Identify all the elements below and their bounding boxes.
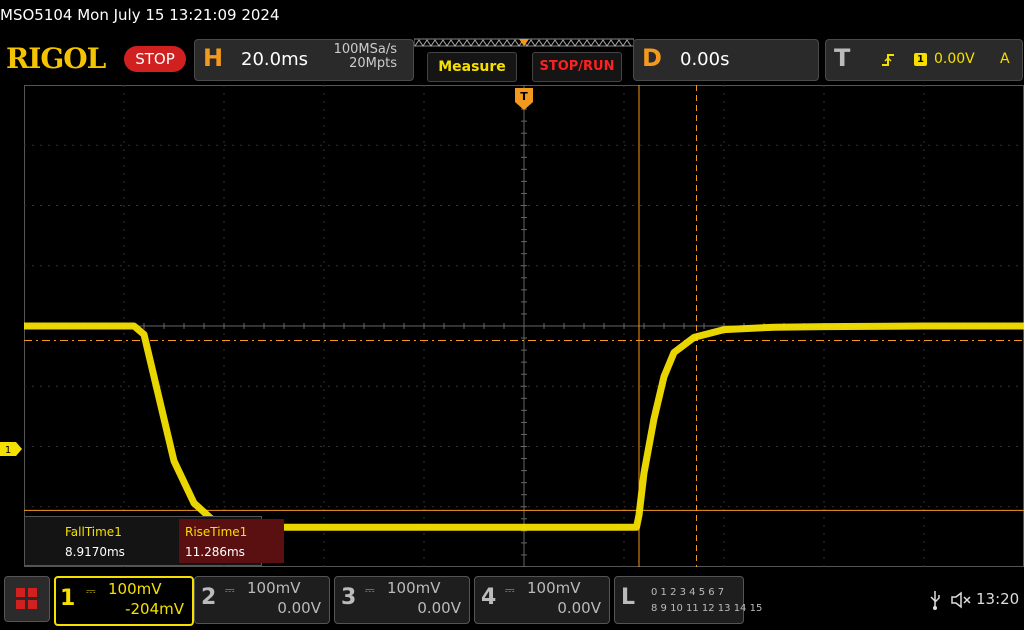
measurement-name: FallTime1 — [65, 525, 122, 539]
menu-button[interactable] — [4, 576, 50, 622]
channel-2-box[interactable]: 2 ⎓ 100mV 0.00V — [194, 576, 330, 624]
dc-coupling-icon: ⎓ — [365, 583, 375, 597]
logic-letter: L — [621, 585, 636, 610]
timebase-value: 20.0ms — [241, 49, 308, 70]
memory-ruler — [414, 38, 634, 47]
channel-offset: 0.00V — [557, 599, 601, 617]
channel-offset: 0.00V — [417, 599, 461, 617]
rising-edge-icon — [882, 54, 894, 66]
trigger-position-marker[interactable]: T — [515, 88, 533, 110]
top-bar: RIGOL STOP H 20.0ms 100MSa/s 20Mpts Meas… — [0, 34, 1024, 84]
delay-letter: D — [642, 44, 662, 72]
logic-row: 8 9 10 11 12 13 14 15 — [651, 603, 763, 614]
channel-offset: 0.00V — [277, 599, 321, 617]
channel-4-box[interactable]: 4 ⎓ 100mV 0.00V — [474, 576, 610, 624]
waveform-plot — [24, 85, 1024, 567]
stop-run-button[interactable]: STOP/RUN — [532, 52, 622, 82]
dc-coupling-icon: ⎓ — [86, 584, 96, 598]
trigger-source: 1 — [914, 53, 927, 66]
channel-number: 2 — [201, 585, 217, 610]
measure-button[interactable]: Measure — [427, 52, 517, 82]
trigger-panel[interactable]: T 1 0.00V A — [825, 39, 1023, 81]
rigol-logo: RIGOL — [6, 42, 106, 75]
trigger-marker-label: T — [520, 90, 528, 103]
channel-offset: -204mV — [125, 600, 184, 618]
trigger-mode: A — [1000, 51, 1010, 67]
channel-scale: 100mV — [387, 579, 441, 597]
grid-menu-icon — [16, 588, 37, 609]
dc-coupling-icon: ⎓ — [225, 583, 235, 597]
delay-value: 0.00s — [680, 49, 730, 70]
measurement-value: 8.9170ms — [65, 545, 125, 559]
speaker-muted-icon[interactable] — [950, 590, 972, 610]
trigger-letter: T — [834, 44, 851, 72]
horizontal-letter: H — [203, 44, 224, 72]
channel-scale: 100mV — [247, 579, 301, 597]
dc-coupling-icon: ⎓ — [505, 583, 515, 597]
channel-scale: 100mV — [527, 579, 581, 597]
delay-panel[interactable]: D 0.00s — [633, 39, 819, 81]
clock: 13:20 — [976, 590, 1020, 608]
channel-number: 4 — [481, 585, 497, 610]
measurement-name: RiseTime1 — [185, 525, 248, 539]
measurement-panel[interactable]: FallTime1 8.9170ms RiseTime1 11.286ms — [24, 516, 284, 566]
channel-scale: 100mV — [108, 580, 162, 598]
ch1-offset-marker[interactable]: 1 — [0, 442, 22, 456]
channel-number: 1 — [60, 586, 76, 611]
sample-info: 100MSa/s 20Mpts — [325, 43, 397, 71]
logic-row: 0 1 2 3 4 5 6 7 — [651, 587, 725, 598]
trigger-level: 0.00V — [934, 51, 975, 67]
channel-number: 3 — [341, 585, 357, 610]
title-text: MSO5104 Mon July 15 13:21:09 2024 — [0, 6, 280, 24]
title-bar: MSO5104 Mon July 15 13:21:09 2024 — [0, 0, 1024, 34]
horizontal-panel[interactable]: H 20.0ms 100MSa/s 20Mpts — [194, 39, 414, 81]
run-state-badge[interactable]: STOP — [124, 46, 186, 72]
waveform-display[interactable] — [24, 85, 1024, 567]
sample-rate: 100MSa/s — [333, 42, 397, 57]
channel-bar: 1 ⎓ 100mV -204mV 2 ⎓ 100mV 0.00V 3 ⎓ 100… — [0, 572, 1024, 630]
memory-depth: 20Mpts — [349, 56, 397, 71]
channel-3-box[interactable]: 3 ⎓ 100mV 0.00V — [334, 576, 470, 624]
measurement-value: 11.286ms — [185, 545, 245, 559]
usb-icon — [930, 591, 940, 610]
logic-box[interactable]: L 0 1 2 3 4 5 6 7 8 9 10 11 12 13 14 15 — [614, 576, 762, 624]
ch1-marker-label: 1 — [5, 445, 11, 456]
channel-1-box[interactable]: 1 ⎓ 100mV -204mV — [54, 576, 194, 626]
